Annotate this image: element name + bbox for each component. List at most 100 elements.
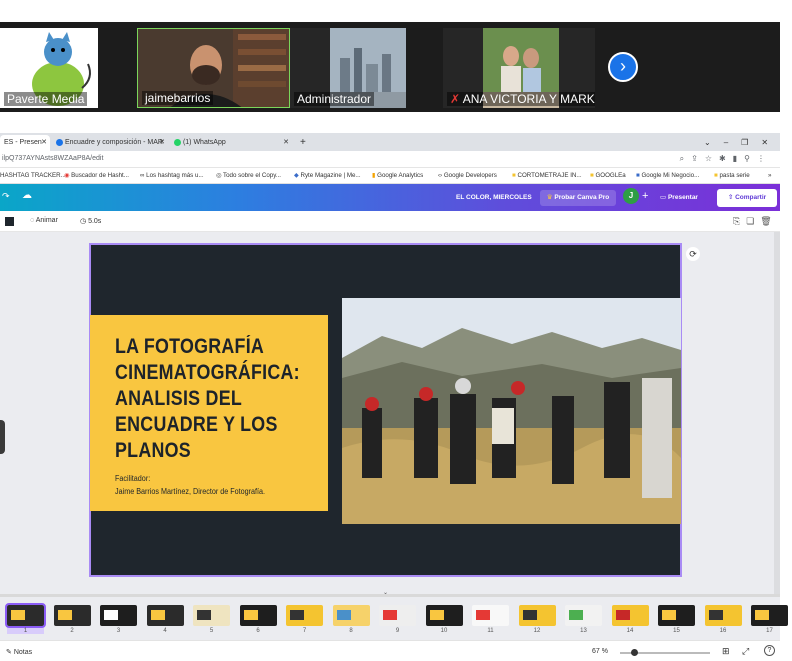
thumbnail-preview [336, 610, 351, 620]
user-avatar[interactable]: J [623, 188, 639, 204]
slide-thumbnail[interactable] [704, 605, 742, 626]
participant-tile-active-speaker[interactable]: jaimebarrios [137, 28, 290, 108]
cloud-saved-icon[interactable]: ☁ [22, 190, 32, 201]
bookmark-item[interactable]: ■ GOOGLEa [590, 172, 626, 179]
bookmark-star-icon[interactable]: ☆ [705, 154, 719, 163]
share-button[interactable]: ⇧ Compartir [717, 189, 777, 207]
bookmark-item[interactable]: ∞ Los hashtag más u... [140, 172, 204, 179]
slide-thumbnail[interactable] [472, 605, 509, 626]
muted-mic-icon: ✗ [450, 92, 463, 106]
slide-thumbnail[interactable] [53, 605, 91, 626]
participant-tile[interactable]: Paverte Media [0, 28, 98, 108]
refresh-slide-icon[interactable]: ⟳ [686, 247, 700, 261]
slide-number: 7 [302, 628, 307, 634]
bookmark-item[interactable]: ■ pasta serie [714, 172, 750, 179]
slide-thumbnail[interactable] [611, 605, 649, 626]
analytics-icon: ▮ [372, 172, 376, 179]
participant-name: Administrador [294, 92, 375, 106]
slide-thumbnail[interactable] [751, 605, 788, 626]
participant-tile[interactable]: ✗ ANA VICTORIA Y MARK [443, 28, 595, 108]
slide-thumbnail[interactable] [146, 605, 184, 626]
film-crew-photo [342, 298, 681, 524]
bookmark-item[interactable]: ■ CORTOMETRAJE IN... [512, 172, 582, 179]
url-text[interactable]: ilpQ737AYNAsts8WZAaP8A/edit [2, 155, 103, 162]
bookmark-item[interactable]: ‹› Google Developers [438, 172, 497, 179]
slide-thumbnail[interactable] [5, 603, 46, 628]
slide-thumbnail[interactable] [518, 605, 556, 626]
sidebar-icon[interactable]: ▮ [733, 154, 744, 163]
slide-thumbnail[interactable] [239, 605, 277, 626]
close-tab-icon[interactable]: ✕ [41, 135, 47, 151]
fullscreen-icon[interactable]: ⤢ [742, 646, 749, 657]
duration-button[interactable]: ◷ 5.0s [80, 217, 101, 225]
share-icon[interactable]: ⇪ [691, 154, 705, 163]
close-window-icon[interactable]: ✕ [761, 138, 780, 147]
folder-icon: ■ [512, 172, 516, 179]
bookmark-item[interactable]: ◆ Ryte Magazine | Me... [294, 172, 361, 179]
participant-tile[interactable]: Administrador [290, 28, 406, 108]
notes-icon: ✎ [6, 649, 12, 656]
next-participants-button[interactable]: › [608, 52, 638, 82]
close-tab-icon[interactable]: ✕ [283, 135, 289, 151]
tab-canva-presentation[interactable]: ES - Presen ✕ [0, 135, 50, 151]
zoom-percentage[interactable]: 67 % [592, 648, 608, 655]
bookmark-item[interactable]: ◎ Todo sobre el Copy... [216, 172, 281, 179]
zoom-icon[interactable]: ⌕ [680, 154, 691, 163]
duplicate-page-icon[interactable]: ❏ [746, 216, 760, 226]
thumbnail-preview [383, 610, 397, 620]
slide-number: 4 [163, 628, 167, 634]
redo-icon[interactable]: ↷ [2, 191, 10, 202]
present-screen-icon: ▭ [660, 194, 667, 201]
tab-encuadre[interactable]: Encuadre y composición - MAR ✕ [52, 135, 168, 151]
add-collaborator-button[interactable]: + [642, 190, 648, 202]
tab-whatsapp[interactable]: (1) WhatsApp ✕ [170, 135, 292, 151]
zoom-slider-thumb[interactable] [630, 649, 638, 656]
bookmark-item[interactable]: ▮ Google Analytics [372, 172, 423, 179]
slide-thumbnail[interactable] [565, 605, 602, 626]
slide-thumbnail[interactable] [332, 605, 370, 626]
thumbnail-preview [429, 610, 444, 620]
side-panel-handle[interactable] [0, 420, 5, 454]
page-grid-view-icon[interactable]: ⊞ [722, 646, 730, 657]
facilitator-text[interactable]: Facilitador: Jaime Barrios Martínez, Dir… [115, 472, 265, 498]
close-tab-icon[interactable]: ✕ [159, 135, 165, 151]
thumbnail-preview [11, 610, 25, 620]
profile-icon[interactable]: ⚲ [744, 154, 757, 163]
menu-icon[interactable]: ⋮ [757, 154, 772, 163]
slide-number: 8 [349, 628, 353, 634]
zoom-slider[interactable] [620, 649, 710, 656]
minimize-icon[interactable]: – [724, 138, 741, 147]
slide-thumbnail[interactable] [658, 605, 695, 626]
extensions-icon[interactable]: ✱ [719, 154, 733, 163]
slide-thumbnail[interactable] [286, 605, 323, 626]
more-bookmarks-icon[interactable]: » [768, 172, 771, 179]
slide-photo[interactable] [342, 298, 681, 524]
restore-icon[interactable]: ❐ [741, 138, 761, 147]
slide-title[interactable]: LA FOTOGRAFÍA CINEMATOGRÁFICA: ANALISIS … [115, 334, 300, 464]
tab-list-chevron-icon[interactable]: ⌄ [704, 138, 724, 147]
thumbnail-preview [476, 610, 490, 620]
animate-button[interactable]: ◌ Animar [30, 217, 58, 224]
bookmark-item[interactable]: ◉ Buscador de Hasht... [64, 172, 129, 179]
trash-icon[interactable]: 🗑 [760, 216, 777, 226]
slide-thumbnail[interactable] [379, 605, 416, 626]
slide-thumbnail[interactable] [193, 605, 230, 626]
add-page-icon[interactable]: ⎘ [733, 216, 746, 226]
help-icon[interactable]: ? [764, 645, 775, 656]
facilitator-name: Jaime Barrios Martínez, Director de Foto… [115, 487, 266, 496]
design-name[interactable]: EL COLOR, MIERCOLES [456, 194, 532, 201]
new-tab-button[interactable]: + [296, 135, 310, 151]
page-filmstrip: 1 2 3 4 5 6 7 8 9 10 11 12 13 14 15 16 17 [0, 597, 788, 640]
clock-icon: ◷ [80, 218, 87, 225]
address-bar[interactable]: ilpQ737AYNAsts8WZAaP8A/edit ⌕⇪☆✱▮⚲⋮ [0, 151, 780, 168]
collapse-filmstrip-icon[interactable]: ⌄ [383, 589, 388, 596]
bookmark-item[interactable]: HASHTAG TRACKER... [0, 172, 66, 179]
try-canva-pro-button[interactable]: ♛ Probar Canva Pro [540, 190, 616, 206]
bookmark-item[interactable]: ■ Google Mi Negocio... [636, 172, 699, 179]
notes-button[interactable]: ✎ Notas [6, 648, 32, 656]
vertical-scrollbar[interactable] [774, 232, 780, 594]
present-button[interactable]: ▭ Presentar [660, 190, 712, 206]
slide-thumbnail[interactable] [425, 605, 463, 626]
color-swatch[interactable] [5, 217, 14, 226]
slide-thumbnail[interactable] [100, 605, 137, 626]
